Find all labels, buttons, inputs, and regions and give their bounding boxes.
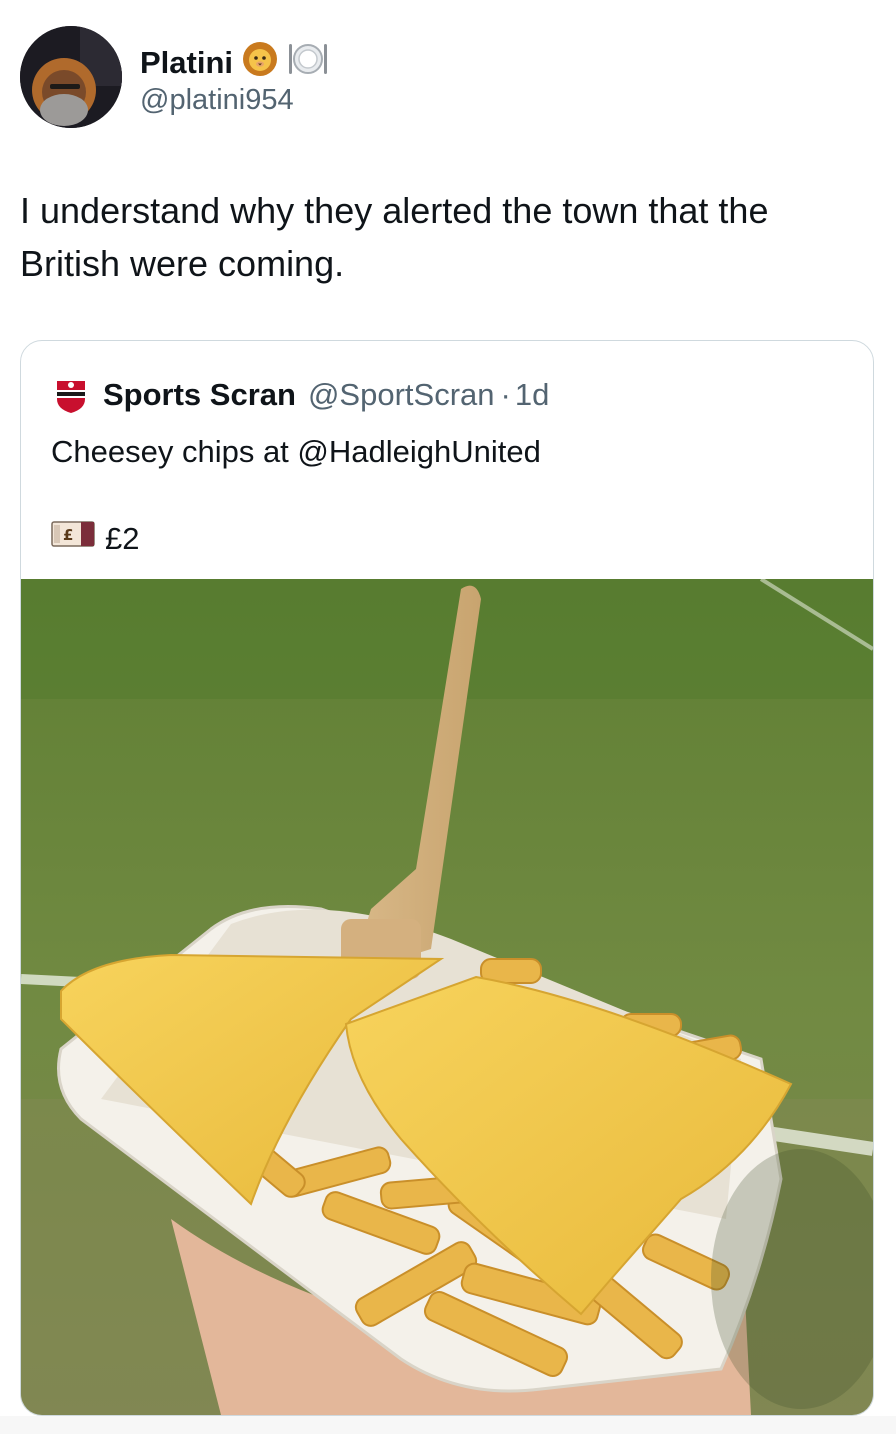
quoted-tweet-header: Sports Scran @SportScran · 1d (51, 375, 549, 415)
avatar-image (20, 26, 122, 128)
price-line: £ £2 (51, 519, 139, 558)
meta-separator: · (500, 377, 511, 412)
svg-text:£: £ (63, 526, 73, 544)
plate-emoji-icon (287, 40, 329, 86)
author-name-text: Platini (140, 45, 234, 80)
sports-scran-logo-icon[interactable] (51, 375, 91, 415)
quoted-author-handle[interactable]: @SportScran (308, 377, 495, 413)
author-name[interactable]: Platini (140, 40, 329, 86)
tweet-author: Platini @platini954 (20, 26, 880, 130)
bottom-divider (0, 1416, 896, 1434)
banknote-pound-icon: £ (51, 519, 95, 558)
price-value: £2 (105, 520, 140, 556)
cheesy-chips-photo[interactable] (21, 579, 873, 1415)
author-handle[interactable]: @platini954 (140, 83, 294, 117)
food-photo-illustration (21, 579, 873, 1415)
quoted-timestamp[interactable]: 1d (515, 377, 549, 413)
tweet-text: I understand why they alerted the town t… (20, 190, 769, 284)
quoted-author-name[interactable]: Sports Scran (103, 377, 296, 413)
avatar[interactable] (20, 26, 122, 128)
quoted-tweet-card[interactable]: Sports Scran @SportScran · 1d Cheesey ch… (20, 340, 874, 1416)
lion-emoji-icon (241, 40, 279, 86)
quoted-tweet-text: Cheesey chips at @HadleighUnited (51, 434, 541, 469)
